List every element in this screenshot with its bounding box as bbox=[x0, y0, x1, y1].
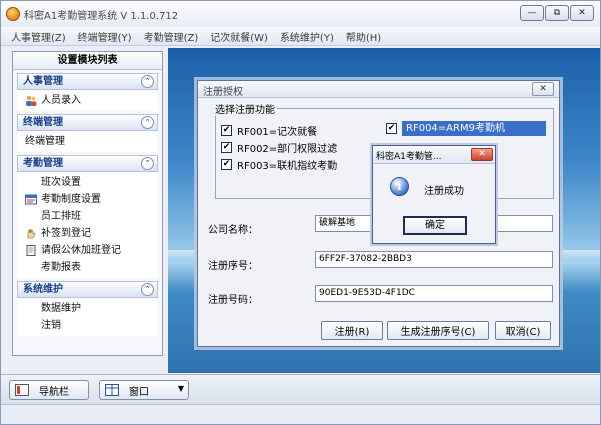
sidebar-item-staff-entry[interactable]: 人员录入 bbox=[17, 92, 158, 109]
cancel-button[interactable]: 取消(C) bbox=[495, 321, 551, 340]
collapse-icon[interactable]: ⌃ bbox=[141, 116, 154, 129]
window-controls: — ⧉ ✕ bbox=[520, 5, 594, 21]
message-box-titlebar: 科密A1考勤管... ✕ bbox=[373, 146, 495, 164]
people-icon bbox=[26, 95, 37, 106]
registration-code-field[interactable]: 90ED1-9E53D-4F1DC bbox=[315, 285, 553, 302]
sidebar-group-attendance[interactable]: 考勤管理 ⌃ bbox=[17, 155, 158, 172]
sidebar-item-logout[interactable]: 注销 bbox=[17, 317, 158, 334]
company-name-label: 公司名称： bbox=[208, 225, 258, 236]
window-menu-label: 窗口 bbox=[129, 386, 149, 398]
sidebar-item-label: 考勤制度设置 bbox=[41, 194, 101, 205]
sidebar-item-label: 补签到登记 bbox=[41, 228, 91, 239]
feature-checkbox-rf003[interactable]: ✔ RF003=联机指纹考勤 bbox=[221, 158, 338, 172]
generate-serial-button[interactable]: 生成注册序号(C) bbox=[387, 321, 489, 340]
feature-label: RF003=联机指纹考勤 bbox=[237, 161, 338, 172]
restore-button[interactable]: ⧉ bbox=[545, 5, 569, 21]
menu-personnel[interactable]: 人事管理(Z) bbox=[5, 29, 72, 44]
title-bar: 科密A1考勤管理系统 V 1.1.0.712 — ⧉ ✕ bbox=[1, 1, 600, 27]
close-button[interactable]: ✕ bbox=[570, 5, 594, 21]
minimize-button[interactable]: — bbox=[520, 5, 544, 21]
menu-attendance[interactable]: 考勤管理(Z) bbox=[138, 29, 205, 44]
info-icon: i bbox=[390, 177, 409, 196]
module-sidebar: 设置模块列表 人事管理 ⌃ 人员录入 终端管理 ⌃ 终端管理 考勤管理 ⌃ 班次… bbox=[12, 51, 163, 356]
sidebar-item-attendance-rules[interactable]: 考勤制度设置 bbox=[17, 191, 158, 208]
bottom-toolbar: 导航栏 窗口 ▼ bbox=[1, 374, 600, 404]
register-dialog-title: 注册授权 bbox=[203, 87, 243, 98]
menu-maintenance[interactable]: 系统维护(Y) bbox=[274, 29, 340, 44]
register-dialog-close-button[interactable]: ✕ bbox=[532, 82, 554, 96]
sidebar-item-label: 人员录入 bbox=[41, 95, 81, 106]
schedule-icon bbox=[25, 194, 37, 205]
navigation-bar-button[interactable]: 导航栏 bbox=[9, 380, 89, 400]
sidebar-item-data-maintenance[interactable]: 数据维护 bbox=[17, 300, 158, 317]
group-label: 人事管理 bbox=[23, 76, 63, 87]
sidebar-group-maintenance[interactable]: 系统维护 ⌃ bbox=[17, 281, 158, 298]
feature-label: RF002=部门权限过滤 bbox=[237, 144, 338, 155]
navigation-icon bbox=[15, 384, 29, 396]
app-window: 科密A1考勤管理系统 V 1.1.0.712 — ⧉ ✕ 人事管理(Z) 终端管… bbox=[0, 0, 601, 425]
sidebar-item-employee-schedule[interactable]: 员工排班 bbox=[17, 208, 158, 225]
checkbox-checked-icon[interactable]: ✔ bbox=[221, 142, 232, 153]
serial-number-field[interactable]: 6FF2F-37082-2BBD3 bbox=[315, 251, 553, 268]
message-text: 注册成功 bbox=[424, 186, 464, 197]
checkbox-checked-icon[interactable]: ✔ bbox=[221, 159, 232, 170]
menu-terminal[interactable]: 终端管理(Y) bbox=[72, 29, 138, 44]
sidebar-item-label: 请假公休加班登记 bbox=[41, 245, 121, 256]
collapse-icon[interactable]: ⌃ bbox=[141, 75, 154, 88]
window-menu-button[interactable]: 窗口 ▼ bbox=[99, 380, 189, 400]
feature-groupbox-label: 选择注册功能 bbox=[213, 101, 277, 116]
feature-label: RF001=记次就餐 bbox=[237, 127, 318, 138]
register-dialog-titlebar: 注册授权 ✕ bbox=[198, 81, 559, 98]
sidebar-title: 设置模块列表 bbox=[13, 52, 162, 70]
sidebar-group-personnel[interactable]: 人事管理 ⌃ bbox=[17, 73, 158, 90]
register-button[interactable]: 注册(R) bbox=[321, 321, 383, 340]
navigation-bar-label: 导航栏 bbox=[39, 386, 69, 398]
menu-help[interactable]: 帮助(H) bbox=[340, 29, 387, 44]
app-logo-icon bbox=[6, 7, 20, 21]
registration-code-label: 注册号码： bbox=[208, 295, 258, 306]
dropdown-arrow-icon[interactable]: ▼ bbox=[178, 384, 184, 393]
feature-checkbox-rf001[interactable]: ✔ RF001=记次就餐 bbox=[221, 124, 318, 138]
sidebar-item-shift-setup[interactable]: 班次设置 bbox=[17, 174, 158, 191]
document-icon bbox=[26, 245, 36, 256]
collapse-icon[interactable]: ⌃ bbox=[141, 283, 154, 296]
success-message-box: 科密A1考勤管... ✕ i 注册成功 确定 bbox=[372, 145, 496, 244]
feature-checkbox-rf002[interactable]: ✔ RF002=部门权限过滤 bbox=[221, 141, 338, 155]
group-body-attendance: 班次设置 考勤制度设置 员工排班 补签到登记 请假公休加班登记 考勤报表 bbox=[17, 172, 158, 278]
group-label: 系统维护 bbox=[23, 284, 63, 295]
sidebar-group-terminal[interactable]: 终端管理 ⌃ bbox=[17, 114, 158, 131]
sidebar-item-leave-overtime[interactable]: 请假公休加班登记 bbox=[17, 242, 158, 259]
group-label: 考勤管理 bbox=[23, 158, 63, 169]
sidebar-item-sign-in-supplement[interactable]: 补签到登记 bbox=[17, 225, 158, 242]
collapse-icon[interactable]: ⌃ bbox=[141, 157, 154, 170]
menu-meal[interactable]: 记次就餐(W) bbox=[204, 29, 274, 44]
window-title: 科密A1考勤管理系统 V 1.1.0.712 bbox=[24, 10, 179, 22]
checkbox-checked-icon[interactable]: ✔ bbox=[386, 123, 397, 134]
group-body-terminal: 终端管理 bbox=[17, 131, 158, 152]
message-box-title: 科密A1考勤管... bbox=[376, 152, 442, 162]
feature-checkbox-rf004[interactable]: ✔ RF004=ARM9考勤机 bbox=[386, 121, 546, 136]
menu-bar: 人事管理(Z) 终端管理(Y) 考勤管理(Z) 记次就餐(W) 系统维护(Y) … bbox=[1, 27, 600, 46]
window-grid-icon bbox=[105, 384, 119, 396]
hand-icon bbox=[27, 229, 36, 239]
group-body-personnel: 人员录入 bbox=[17, 90, 158, 111]
message-box-close-button[interactable]: ✕ bbox=[471, 148, 493, 161]
serial-number-label: 注册序号： bbox=[208, 261, 258, 272]
status-bar bbox=[1, 404, 600, 424]
checkbox-checked-icon[interactable]: ✔ bbox=[221, 125, 232, 136]
group-label: 终端管理 bbox=[23, 117, 63, 128]
sidebar-item-attendance-report[interactable]: 考勤报表 bbox=[17, 259, 158, 276]
group-body-maintenance: 数据维护 注销 bbox=[17, 298, 158, 336]
sidebar-item-terminal[interactable]: 终端管理 bbox=[17, 133, 158, 150]
feature-label: RF004=ARM9考勤机 bbox=[402, 121, 546, 136]
ok-button[interactable]: 确定 bbox=[403, 216, 467, 235]
